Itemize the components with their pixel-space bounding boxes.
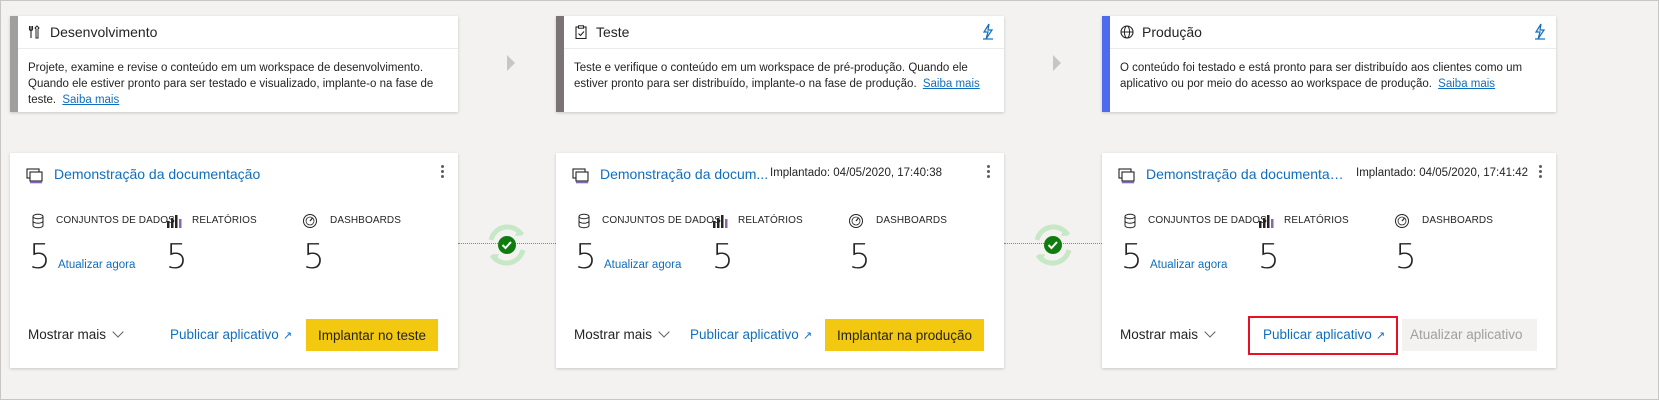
workspace-icon <box>572 168 589 184</box>
datasets-label: CONJUNTOS DE DADOS <box>1148 215 1267 226</box>
deploy-to-production-button[interactable]: Implantar na produção <box>825 319 984 351</box>
datasets-label: CONJUNTOS DE DADOS <box>56 215 175 226</box>
learn-more-link[interactable]: Saiba mais <box>923 78 980 90</box>
update-app-button[interactable]: Atualizar aplicativo <box>1402 319 1537 351</box>
stage-card-development: Desenvolvimento Projete, examine e revis… <box>10 16 458 112</box>
workspace-card-test: Demonstração da docum... Implantado: 04/… <box>556 153 1004 368</box>
dashboards-count: 5 <box>849 237 871 277</box>
reports-count: 5 <box>712 237 734 277</box>
bar-chart-icon <box>1259 215 1274 228</box>
stage-title: Teste <box>596 24 630 40</box>
refresh-now-link[interactable]: Atualizar agora <box>1150 259 1227 271</box>
chevron-down-icon <box>658 326 670 338</box>
workspace-icon <box>26 168 43 184</box>
datasets-count: 5 <box>575 237 597 277</box>
reports-label: RELATÓRIOS <box>192 215 257 226</box>
stage-header: Teste <box>564 16 1004 49</box>
refresh-now-link[interactable]: Atualizar agora <box>604 259 681 271</box>
deployed-timestamp: Implantado: 04/05/2020, 17:40:38 <box>770 167 943 179</box>
deployed-timestamp: Implantado: 04/05/2020, 17:41:42 <box>1356 167 1529 179</box>
stage-color-bar <box>10 16 18 112</box>
more-options-icon[interactable] <box>982 163 994 183</box>
external-link-icon: ↗ <box>282 330 293 342</box>
chevron-down-icon <box>112 326 124 338</box>
stage-title: Desenvolvimento <box>50 24 158 40</box>
clipboard-check-icon <box>575 25 587 39</box>
workspace-name-link[interactable]: Demonstração da documentação <box>54 166 274 182</box>
show-more-button[interactable]: Mostrar mais <box>574 326 670 342</box>
tools-icon <box>28 25 40 39</box>
gauge-icon <box>303 214 317 228</box>
dashboards-label: DASHBOARDS <box>876 215 948 226</box>
stage-header: Desenvolvimento <box>18 16 458 49</box>
bar-chart-icon <box>167 215 182 228</box>
dashboards-label: DASHBOARDS <box>330 215 402 226</box>
datasets-count: 5 <box>1121 237 1143 277</box>
publish-app-link[interactable]: Publicar aplicativo ↗ <box>170 327 292 342</box>
chevron-down-icon <box>1204 326 1216 338</box>
database-icon <box>578 213 590 229</box>
stage-arrow-icon <box>507 55 515 71</box>
workspace-name-link[interactable]: Demonstração da documentaç... <box>1146 166 1346 182</box>
show-more-button[interactable]: Mostrar mais <box>28 326 124 342</box>
stage-arrow-icon <box>1053 55 1061 71</box>
workspace-icon <box>1118 168 1135 184</box>
refresh-now-link[interactable]: Atualizar agora <box>58 259 135 271</box>
database-icon <box>1124 213 1136 229</box>
publish-app-link[interactable]: Publicar aplicativo ↗ <box>690 327 812 342</box>
reports-count: 5 <box>1258 237 1280 277</box>
more-options-icon[interactable] <box>1534 163 1546 183</box>
globe-icon <box>1120 25 1134 39</box>
sync-success-icon <box>488 224 526 266</box>
reports-count: 5 <box>166 237 188 277</box>
reports-label: RELATÓRIOS <box>1284 215 1349 226</box>
gauge-icon <box>1395 214 1409 228</box>
stage-header: Produção <box>1110 16 1556 49</box>
deploy-to-test-button[interactable]: Implantar no teste <box>306 319 438 351</box>
dashboards-count: 5 <box>303 237 325 277</box>
dashboards-count: 5 <box>1395 237 1417 277</box>
more-options-icon[interactable] <box>436 163 448 183</box>
learn-more-link[interactable]: Saiba mais <box>62 94 119 106</box>
stage-description: Projete, examine e revise o conteúdo em … <box>28 62 434 106</box>
stage-card-test: Teste Teste e verifique o conteúdo em um… <box>556 16 1004 112</box>
stage-card-production: Produção O conteúdo foi testado e está p… <box>1102 16 1556 112</box>
gauge-icon <box>849 214 863 228</box>
learn-more-link[interactable]: Saiba mais <box>1438 78 1495 90</box>
external-link-icon: ↗ <box>802 330 813 342</box>
sync-success-icon <box>1034 224 1072 266</box>
deploy-lightning-icon[interactable] <box>980 23 996 41</box>
stage-description: O conteúdo foi testado e está pronto par… <box>1120 62 1523 90</box>
stage-color-bar <box>1102 16 1110 112</box>
stage-description: Teste e verifique o conteúdo em um works… <box>574 62 980 90</box>
datasets-count: 5 <box>29 237 51 277</box>
workspace-name-link[interactable]: Demonstração da docum... <box>600 166 770 182</box>
bar-chart-icon <box>713 215 728 228</box>
deploy-lightning-icon[interactable] <box>1532 23 1548 41</box>
reports-label: RELATÓRIOS <box>738 215 803 226</box>
dashboards-label: DASHBOARDS <box>1422 215 1494 226</box>
stage-title: Produção <box>1142 24 1202 40</box>
highlight-box <box>1248 316 1398 355</box>
show-more-button[interactable]: Mostrar mais <box>1120 326 1216 342</box>
workspace-card-development: Demonstração da documentação CONJUNTOS D… <box>10 153 458 368</box>
stage-color-bar <box>556 16 564 112</box>
database-icon <box>32 213 44 229</box>
datasets-label: CONJUNTOS DE DADOS <box>602 215 721 226</box>
